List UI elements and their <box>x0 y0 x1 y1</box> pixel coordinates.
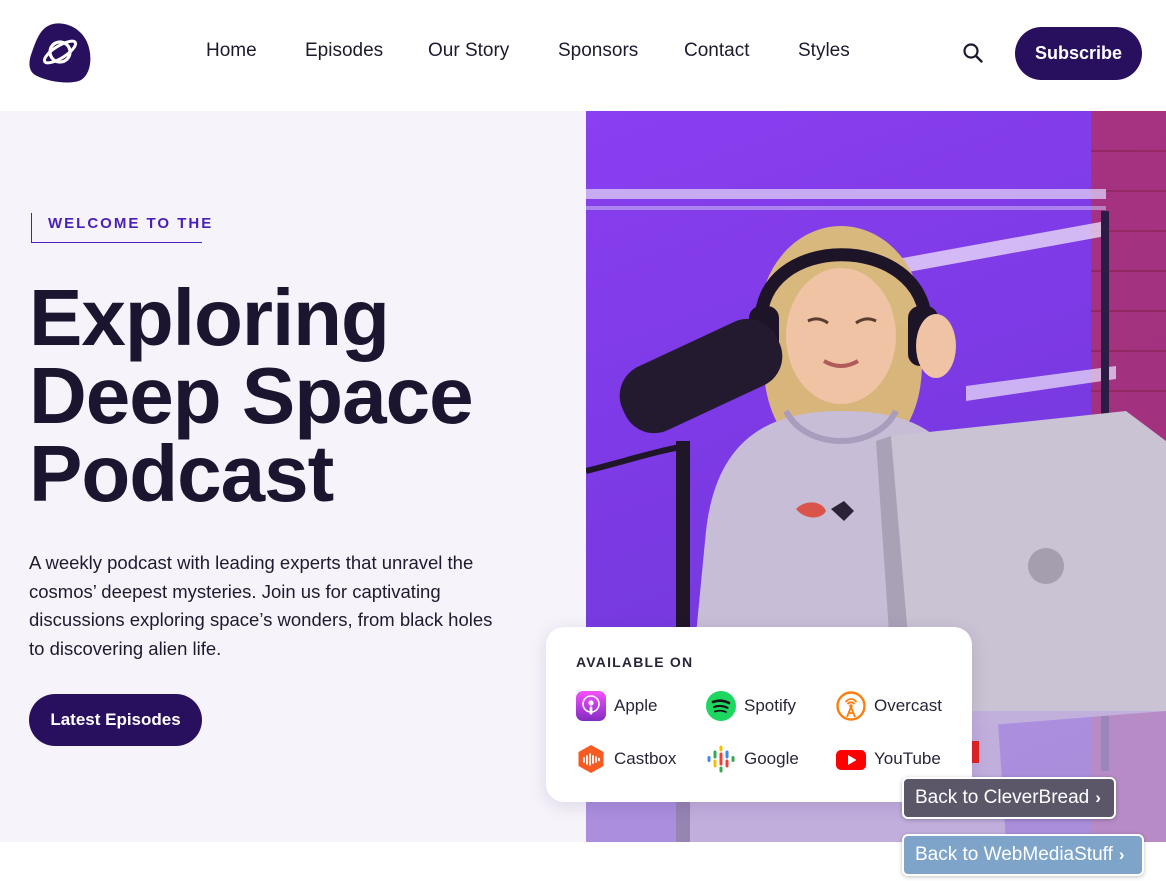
platform-apple[interactable]: Apple <box>576 690 657 722</box>
nav-contact[interactable]: Contact <box>684 40 749 62</box>
youtube-icon <box>836 750 866 770</box>
latest-episodes-button[interactable]: Latest Episodes <box>29 694 202 746</box>
nav-styles[interactable]: Styles <box>798 40 850 62</box>
eyebrow-text: WELCOME TO THE <box>48 215 214 232</box>
overcast-icon <box>836 691 866 721</box>
chevron-right-icon: › <box>1095 788 1101 807</box>
nav-episodes[interactable]: Episodes <box>305 40 383 62</box>
platform-spotify[interactable]: Spotify <box>706 690 796 722</box>
available-on-title: AVAILABLE ON <box>576 654 694 670</box>
apple-podcasts-icon <box>576 691 606 721</box>
planet-logo-icon[interactable] <box>29 22 91 84</box>
platform-label: Castbox <box>614 749 677 768</box>
platform-label: Overcast <box>874 696 943 715</box>
nav-home[interactable]: Home <box>206 40 257 62</box>
search-icon[interactable] <box>962 42 984 64</box>
back-to-webmediastuff-button[interactable]: Back to WebMediaStuff › <box>902 834 1144 876</box>
nav-our-story[interactable]: Our Story <box>428 40 509 62</box>
hero-description: A weekly podcast with leading experts th… <box>29 552 493 659</box>
platform-label: Spotify <box>744 696 796 715</box>
title-line: Podcast <box>29 429 334 518</box>
available-on-card: AVAILABLE ON Apple Spotify Overcast Cast… <box>546 627 972 802</box>
page-title: Exploring Deep Space Podcast <box>29 278 569 514</box>
platform-label: YouTube <box>874 749 941 768</box>
title-line: Exploring <box>29 273 390 362</box>
castbox-icon <box>578 745 604 773</box>
platform-label: Google <box>744 749 799 768</box>
spotify-icon <box>706 691 736 721</box>
platform-castbox[interactable]: Castbox <box>576 743 676 775</box>
platform-google[interactable]: Google <box>706 743 799 775</box>
title-line: Deep Space <box>29 351 474 440</box>
eyebrow: WELCOME TO THE <box>31 213 211 243</box>
platform-youtube[interactable]: YouTube <box>836 743 941 775</box>
subscribe-button[interactable]: Subscribe <box>1015 27 1142 80</box>
back-to-cleverbread-button[interactable]: Back to CleverBread › <box>902 777 1116 819</box>
site-header: Home Episodes Our Story Sponsors Contact… <box>0 0 1166 111</box>
google-podcasts-icon <box>707 745 735 773</box>
back-button-label: Back to CleverBread <box>915 787 1090 808</box>
back-button-label: Back to WebMediaStuff <box>915 844 1113 865</box>
platform-overcast[interactable]: Overcast <box>836 690 942 722</box>
chevron-right-icon: › <box>1118 845 1125 864</box>
nav-sponsors[interactable]: Sponsors <box>558 40 638 62</box>
platform-label: Apple <box>614 696 658 715</box>
hero-section: WELCOME TO THE Exploring Deep Space Podc… <box>0 111 586 842</box>
